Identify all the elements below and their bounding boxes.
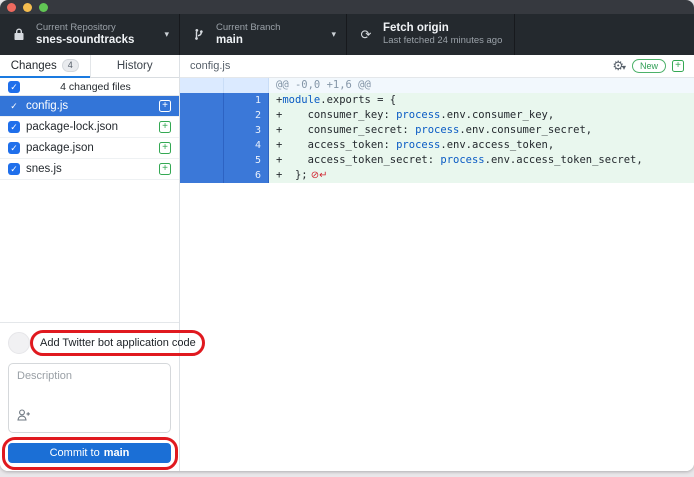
changes-history-tabs: Changes 4 History	[0, 55, 179, 78]
hunk-header-text: @@ -0,0 +1,6 @@	[269, 78, 694, 93]
file-checkbox[interactable]: ✓	[8, 142, 20, 154]
tab-history-label: History	[117, 60, 153, 72]
branch-icon	[190, 28, 208, 41]
sidebar: Changes 4 History ✓ 4 changed files ✓ con…	[0, 55, 180, 471]
diff-line-code: + consumer_secret: process.env.consumer_…	[269, 123, 694, 138]
branch-name: main	[216, 34, 327, 47]
file-name: package.json	[26, 142, 94, 154]
description-placeholder: Description	[17, 370, 162, 382]
current-branch-button[interactable]: Current Branch main ▾	[180, 14, 347, 55]
old-line-number	[180, 168, 224, 183]
repository-label: Current Repository	[36, 22, 160, 34]
diff-options-button[interactable]: ⚙▾	[612, 57, 626, 75]
diff-panel: config.js ⚙▾ New + @@ -0,0 +1,6 @@ 1+m	[180, 55, 694, 471]
fetch-text: Fetch origin Last fetched 24 minutes ago	[383, 22, 504, 47]
file-name: package-lock.json	[26, 121, 118, 133]
changed-files-header: ✓ 4 changed files	[0, 78, 179, 96]
added-status-icon: +	[159, 121, 171, 133]
old-line-number	[180, 93, 224, 108]
changes-count-badge: 4	[62, 59, 79, 72]
fetch-origin-button[interactable]: ⟳ Fetch origin Last fetched 24 minutes a…	[347, 14, 515, 55]
diff-line-code: + consumer_key: process.env.consumer_key…	[269, 108, 694, 123]
file-checkbox[interactable]: ✓	[8, 100, 20, 112]
new-line-number: 1	[224, 93, 269, 108]
new-file-badge: New	[632, 59, 666, 73]
traffic-lights	[7, 3, 48, 12]
repository-name: snes-soundtracks	[36, 34, 160, 47]
old-line-number	[180, 153, 224, 168]
new-line-number: 2	[224, 108, 269, 123]
commit-description-input[interactable]: Description	[8, 363, 171, 433]
file-checkbox[interactable]: ✓	[8, 121, 20, 133]
tab-changes-label: Changes	[11, 60, 57, 72]
diff-line-3[interactable]: 3+ consumer_secret: process.env.consumer…	[180, 123, 694, 138]
commit-form: Add Twitter bot application code Descrip…	[0, 322, 179, 471]
changed-file-list: ✓ config.js + ✓ package-lock.json + ✓ package.j…	[0, 96, 179, 180]
added-status-icon: +	[159, 142, 171, 154]
app-window: Current Repository snes-soundtracks ▾ Cu…	[0, 0, 694, 471]
hunk-header-row: @@ -0,0 +1,6 @@	[180, 78, 694, 93]
titlebar	[0, 0, 694, 14]
diff-line-5[interactable]: 5+ access_token_secret: process.env.acce…	[180, 153, 694, 168]
diff-line-code: + }; ⊘↵	[269, 168, 694, 183]
new-line-number: 6	[224, 168, 269, 183]
file-row-snes.js[interactable]: ✓ snes.js +	[0, 159, 179, 180]
new-line-number: 4	[224, 138, 269, 153]
chevron-down-icon: ▾	[164, 29, 169, 40]
file-name: config.js	[26, 100, 68, 112]
file-row-config.js[interactable]: ✓ config.js +	[0, 96, 179, 117]
tab-history[interactable]: History	[90, 55, 180, 78]
new-line-number: 3	[224, 123, 269, 138]
tab-changes[interactable]: Changes 4	[0, 55, 90, 78]
current-repository-text: Current Repository snes-soundtracks	[36, 22, 160, 47]
diff-line-2[interactable]: 2+ consumer_key: process.env.consumer_ke…	[180, 108, 694, 123]
added-status-icon: +	[159, 100, 171, 112]
file-row-package-lock.json[interactable]: ✓ package-lock.json +	[0, 117, 179, 138]
add-coauthor-icon[interactable]	[17, 408, 31, 426]
changed-files-count: 4 changed files	[20, 81, 171, 93]
diff-header: config.js ⚙▾ New +	[180, 55, 694, 78]
chevron-down-icon: ▾	[331, 29, 336, 40]
diff-line-4[interactable]: 4+ access_token: process.env.access_toke…	[180, 138, 694, 153]
diff-line-code: +module.exports = {	[269, 93, 694, 108]
expand-diff-icon[interactable]: +	[672, 60, 684, 72]
diff-line-6[interactable]: 6+ }; ⊘↵	[180, 168, 694, 183]
toolbar: Current Repository snes-soundtracks ▾ Cu…	[0, 14, 694, 55]
diff-file-name: config.js	[190, 60, 230, 72]
zoom-window-button[interactable]	[39, 3, 48, 12]
fetch-sublabel: Last fetched 24 minutes ago	[383, 35, 504, 47]
file-checkbox[interactable]: ✓	[8, 163, 20, 175]
diff-view: @@ -0,0 +1,6 @@ 1+module.exports = {2+ c…	[180, 78, 694, 183]
file-name: snes.js	[26, 163, 62, 175]
file-row-package.json[interactable]: ✓ package.json +	[0, 138, 179, 159]
fetch-label: Fetch origin	[383, 22, 504, 35]
new-line-number: 5	[224, 153, 269, 168]
diff-line-1[interactable]: 1+module.exports = {	[180, 93, 694, 108]
current-branch-text: Current Branch main	[216, 22, 327, 47]
avatar	[8, 332, 30, 354]
sidebar-empty-area	[0, 180, 179, 322]
chevron-down-icon: ▾	[622, 63, 626, 72]
commit-to-main-button[interactable]: Commit tomain	[8, 443, 171, 463]
select-all-checkbox[interactable]: ✓	[8, 81, 20, 93]
branch-label: Current Branch	[216, 22, 327, 34]
current-repository-button[interactable]: Current Repository snes-soundtracks ▾	[0, 14, 180, 55]
commit-summary-input[interactable]: Add Twitter bot application code	[36, 334, 196, 352]
diff-line-code: + access_token_secret: process.env.acces…	[269, 153, 694, 168]
old-line-number	[180, 108, 224, 123]
minimize-window-button[interactable]	[23, 3, 32, 12]
diff-line-code: + access_token: process.env.access_token…	[269, 138, 694, 153]
added-status-icon: +	[159, 163, 171, 175]
lock-icon	[10, 28, 28, 41]
old-line-number	[180, 123, 224, 138]
sync-icon: ⟳	[357, 27, 375, 43]
old-line-number	[180, 138, 224, 153]
close-window-button[interactable]	[7, 3, 16, 12]
